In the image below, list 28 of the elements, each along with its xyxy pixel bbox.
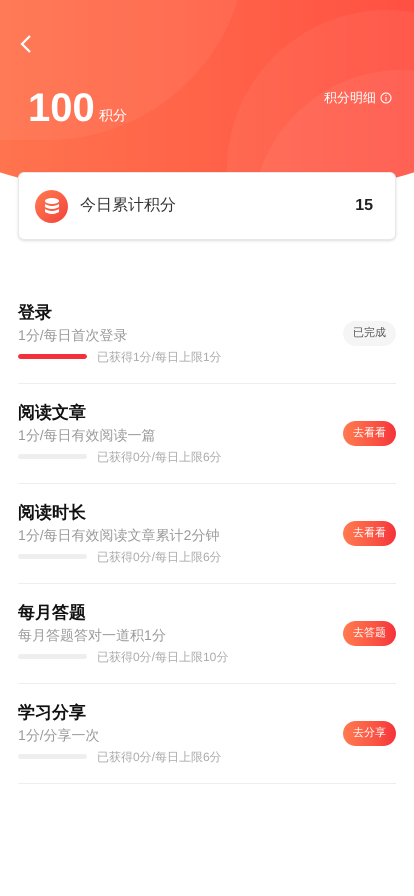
progress-text: 已获得0分/每日上限6分 (97, 448, 222, 466)
task-button[interactable]: 去看看 (343, 521, 396, 546)
task-description: 每月答题答对一道积1分 (18, 626, 167, 644)
points-details-link[interactable]: 积分明细 (324, 88, 392, 108)
task-button[interactable]: 去看看 (343, 421, 396, 446)
task-title: 登录 (18, 302, 53, 324)
progress-text: 已获得0分/每日上限6分 (97, 748, 222, 766)
progress-text: 已获得0分/每日上限6分 (97, 548, 222, 566)
task-description: 1分/每日有效阅读一篇 (18, 426, 157, 444)
back-icon (19, 33, 33, 55)
coins-icon (35, 190, 68, 222)
progress-text: 已获得1分/每日上限1分 (97, 348, 222, 366)
task-title: 学习分享 (18, 702, 87, 724)
task-button[interactable]: 已完成 (343, 321, 396, 346)
task-description: 1分/每日有效阅读文章累计2分钟 (18, 526, 220, 544)
today-points-label: 今日累计积分 (80, 196, 177, 216)
task-description: 1分/分享一次 (18, 726, 101, 744)
task-button[interactable]: 去分享 (343, 721, 396, 746)
task-description: 1分/每日首次登录 (18, 326, 129, 344)
info-icon (380, 92, 392, 104)
today-points-value: 15 (355, 196, 373, 216)
progress-text: 已获得0分/每日上限10分 (97, 648, 228, 666)
points-unit: 积分 (98, 106, 127, 125)
task-title: 阅读文章 (18, 402, 87, 424)
task-title: 每月答题 (18, 602, 87, 624)
points-value: 100 (28, 88, 95, 128)
task-button[interactable]: 去答题 (343, 621, 396, 646)
task-title: 阅读时长 (18, 502, 87, 524)
